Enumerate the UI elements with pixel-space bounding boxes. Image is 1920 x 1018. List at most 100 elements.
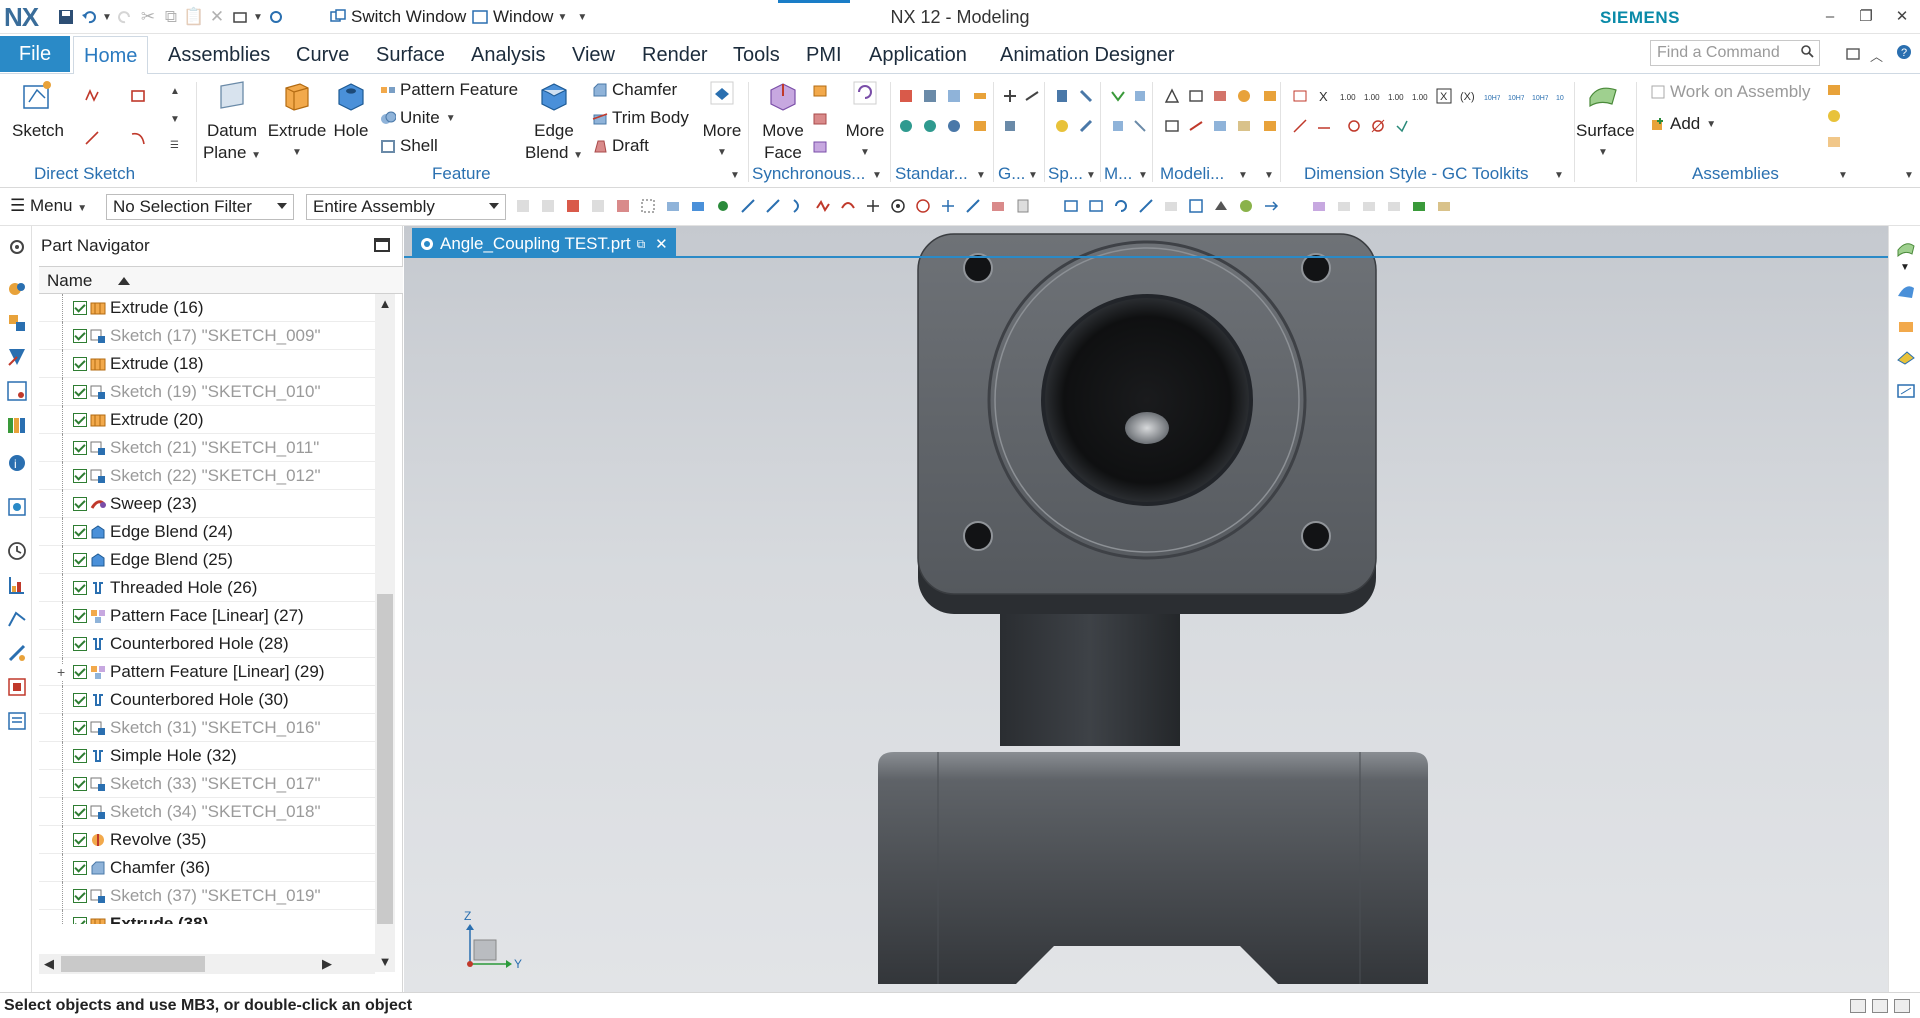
layer-tool-1-icon[interactable] bbox=[1311, 198, 1327, 214]
blue-surface-icon[interactable] bbox=[1895, 280, 1917, 302]
dim-tool-19-icon[interactable] bbox=[1394, 118, 1410, 134]
chamfer-button[interactable]: Chamfer bbox=[592, 80, 677, 100]
visibility-checkbox[interactable] bbox=[73, 496, 87, 511]
dim-tool-5-icon[interactable]: 1.00 bbox=[1340, 88, 1356, 104]
feature-more-button[interactable]: More ▼ bbox=[694, 78, 750, 164]
maximize-panel-icon[interactable] bbox=[374, 238, 390, 252]
dim-tool-12-icon[interactable]: 10H7 bbox=[1508, 88, 1524, 104]
scroll-up-icon[interactable]: ▲ bbox=[375, 294, 395, 314]
system-scenes-icon[interactable] bbox=[6, 710, 28, 732]
standard-group-options-icon[interactable]: ▼ bbox=[976, 170, 986, 181]
scroll-down-icon[interactable]: ▼ bbox=[375, 952, 395, 972]
dim-tool-1-icon[interactable] bbox=[1262, 88, 1278, 104]
feature-row[interactable]: Edge Blend (24) bbox=[39, 517, 375, 546]
select-tool-6-icon[interactable] bbox=[640, 198, 656, 214]
tab-view[interactable]: View bbox=[572, 44, 615, 67]
datum-plane-button[interactable]: Datum Plane ▼ bbox=[200, 78, 264, 167]
standard-bearing-icon[interactable] bbox=[946, 118, 962, 134]
hd3d-tools-icon[interactable] bbox=[6, 414, 28, 436]
snap-tool-2-icon[interactable] bbox=[840, 198, 856, 214]
undo-dropdown-icon[interactable]: ▼ bbox=[102, 7, 112, 27]
copy-icon[interactable]: ⧉ bbox=[161, 7, 181, 27]
visibility-checkbox[interactable] bbox=[73, 552, 87, 567]
tab-analysis[interactable]: Analysis bbox=[471, 44, 545, 67]
feature-row[interactable]: Extrude (38) bbox=[39, 909, 375, 924]
column-header[interactable]: Name bbox=[39, 266, 403, 294]
paste-icon[interactable]: 📋 bbox=[183, 7, 204, 27]
model-view[interactable]: Z Y bbox=[404, 226, 1888, 992]
assemblies-group-options-icon[interactable]: ▼ bbox=[1838, 170, 1848, 181]
modeling-tool-3-icon[interactable] bbox=[1212, 88, 1228, 104]
visibility-checkbox[interactable] bbox=[73, 692, 87, 707]
visibility-checkbox[interactable] bbox=[73, 860, 87, 875]
dim-tool-6-icon[interactable]: 1.00 bbox=[1364, 88, 1380, 104]
tab-render[interactable]: Render bbox=[642, 44, 708, 67]
dim-tool-16-icon[interactable] bbox=[1316, 118, 1332, 134]
find-command-input[interactable]: Find a Command bbox=[1650, 40, 1820, 66]
sp-tool-4-icon[interactable] bbox=[1078, 118, 1094, 134]
feature-row[interactable]: Sketch (19) "SKETCH_010" bbox=[39, 377, 375, 406]
surface-button[interactable]: Surface ▼ bbox=[1576, 78, 1635, 164]
snap-tool-7-icon[interactable] bbox=[965, 198, 981, 214]
snap-tool-5-icon[interactable] bbox=[915, 198, 931, 214]
snap-tool-9-icon[interactable] bbox=[1015, 198, 1031, 214]
visibility-checkbox[interactable] bbox=[73, 384, 87, 399]
touch-mode-icon[interactable] bbox=[266, 7, 286, 27]
visibility-checkbox[interactable] bbox=[73, 776, 87, 791]
part-navigator-icon[interactable] bbox=[6, 346, 28, 368]
replace-face-icon[interactable] bbox=[812, 110, 828, 126]
feature-row[interactable]: Sketch (37) "SKETCH_019" bbox=[39, 881, 375, 910]
arc-icon[interactable] bbox=[130, 130, 146, 146]
select-tool-4-icon[interactable] bbox=[590, 198, 606, 214]
synchronous-group-options-icon[interactable]: ▼ bbox=[872, 170, 882, 181]
synchronous-more-button[interactable]: More ▼ bbox=[840, 78, 890, 164]
tab-assemblies[interactable]: Assemblies bbox=[168, 44, 270, 67]
feature-row[interactable]: Threaded Hole (26) bbox=[39, 573, 375, 602]
visibility-checkbox[interactable] bbox=[73, 804, 87, 819]
cut-icon[interactable]: ✂ bbox=[138, 7, 158, 27]
dim-tool-15-icon[interactable] bbox=[1292, 118, 1308, 134]
trim-body-button[interactable]: Trim Body bbox=[592, 108, 689, 128]
dim-tool-10-icon[interactable]: (X) bbox=[1460, 88, 1476, 104]
roles-icon[interactable] bbox=[6, 676, 28, 698]
status-icon-2[interactable] bbox=[1872, 999, 1888, 1013]
feature-row[interactable]: Revolve (35) bbox=[39, 825, 375, 854]
standard-library-icon[interactable] bbox=[922, 88, 938, 104]
window-menu-button[interactable]: Window ▼ ▼ bbox=[470, 6, 587, 28]
sketch-gallery-up-icon[interactable]: ▲ bbox=[170, 86, 180, 97]
feature-row[interactable]: Sketch (17) "SKETCH_009" bbox=[39, 321, 375, 350]
visibility-checkbox[interactable] bbox=[73, 888, 87, 903]
modeling-triangle-icon[interactable] bbox=[1164, 88, 1180, 104]
visibility-checkbox[interactable] bbox=[73, 468, 87, 483]
view-tool-2-icon[interactable] bbox=[1088, 198, 1104, 214]
process-studio-icon[interactable] bbox=[6, 608, 28, 630]
tab-curve[interactable]: Curve bbox=[296, 44, 349, 67]
select-tool-10-icon[interactable] bbox=[740, 198, 756, 214]
feature-row[interactable]: Sketch (31) "SKETCH_016" bbox=[39, 713, 375, 742]
reuse-library-icon[interactable] bbox=[6, 380, 28, 402]
dim-tool-14-icon[interactable]: 10 bbox=[1556, 88, 1572, 104]
dim-tool-17-icon[interactable] bbox=[1346, 118, 1362, 134]
select-tool-2-icon[interactable] bbox=[540, 198, 556, 214]
dim-tool-7-icon[interactable]: 1.00 bbox=[1388, 88, 1404, 104]
standard-bolt-icon[interactable] bbox=[972, 88, 988, 104]
redo-icon[interactable] bbox=[115, 7, 135, 27]
layer-tool-3-icon[interactable] bbox=[1361, 198, 1377, 214]
feature-row[interactable]: Sketch (22) "SKETCH_012" bbox=[39, 461, 375, 490]
surface-tool-icon[interactable] bbox=[1895, 236, 1917, 258]
feature-row[interactable]: Sketch (34) "SKETCH_018" bbox=[39, 797, 375, 826]
feature-row[interactable]: Simple Hole (32) bbox=[39, 741, 375, 770]
feature-row[interactable]: Extrude (16) bbox=[39, 294, 375, 322]
snap-tool-3-icon[interactable] bbox=[865, 198, 881, 214]
tab-animation-designer[interactable]: Animation Designer bbox=[1000, 44, 1175, 67]
settings-gear-icon[interactable] bbox=[6, 236, 28, 258]
tab-file[interactable]: File bbox=[0, 36, 70, 72]
standard-nut-icon[interactable] bbox=[972, 118, 988, 134]
visibility-checkbox[interactable] bbox=[73, 748, 87, 763]
visibility-checkbox[interactable] bbox=[73, 524, 87, 539]
minimize-button[interactable]: – bbox=[1820, 8, 1840, 26]
search-icon[interactable] bbox=[1800, 44, 1814, 63]
help-icon[interactable]: ? bbox=[1896, 44, 1912, 65]
sketch-gallery-down-icon[interactable]: ▼ bbox=[170, 114, 180, 125]
select-tool-3-icon[interactable] bbox=[565, 198, 581, 214]
